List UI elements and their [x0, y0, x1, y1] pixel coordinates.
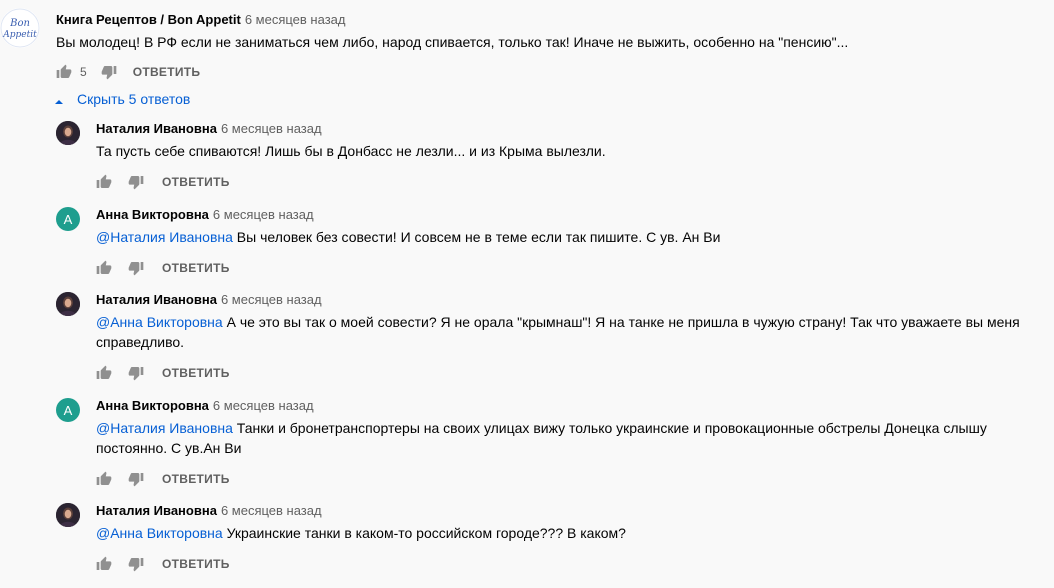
reply-text: @Наталия Ивановна Вы человек без совести…: [96, 227, 1046, 247]
thumb-up-icon[interactable]: [96, 260, 112, 276]
reply-header: Анна Викторовна 6 месяцев назад: [96, 206, 314, 224]
comment-time[interactable]: 6 месяцев назад: [221, 503, 322, 518]
reply-actions: ОТВЕТИТЬ: [96, 554, 230, 574]
svg-text:Bon: Bon: [9, 18, 30, 29]
comment-author[interactable]: Наталия Ивановна: [96, 121, 217, 136]
reply-text-line: Та пусть себе спиваются! Лишь бы в Донба…: [96, 143, 606, 159]
reply-actions: ОТВЕТИТЬ: [96, 258, 230, 278]
reply-avatar[interactable]: A: [56, 207, 80, 231]
avatar-letter: A: [63, 211, 73, 227]
reply-button[interactable]: ОТВЕТИТЬ: [162, 175, 230, 189]
thumb-down-icon[interactable]: [128, 556, 144, 572]
top-comment-text: Вы молодец! В РФ если не заниматься чем …: [56, 34, 849, 50]
thumb-up-icon[interactable]: [96, 556, 112, 572]
comment-author[interactable]: Наталия Ивановна: [96, 292, 217, 307]
reply-text: @Наталия Ивановна Танки и бронетранспорт…: [96, 418, 1046, 458]
comment-time[interactable]: 6 месяцев назад: [221, 121, 322, 136]
thumb-up-icon[interactable]: [96, 471, 112, 487]
reply-text: @Анна Викторовна Украинские танки в како…: [96, 523, 1046, 543]
comment-time[interactable]: 6 месяцев назад: [221, 292, 322, 307]
comment-author[interactable]: Анна Викторовна: [96, 207, 209, 222]
reply-avatar[interactable]: [56, 121, 80, 145]
reply-button[interactable]: ОТВЕТИТЬ: [162, 557, 230, 571]
reply-header: Наталия Ивановна 6 месяцев назад: [96, 120, 322, 138]
hide-replies-label: Скрыть 5 ответов: [77, 91, 191, 107]
reply-button[interactable]: ОТВЕТИТЬ: [133, 65, 201, 79]
comment-author[interactable]: Наталия Ивановна: [96, 503, 217, 518]
hide-replies-button[interactable]: Скрыть 5 ответов: [54, 91, 190, 107]
reply-text-line: справедливо.: [96, 334, 185, 350]
user-mention-link[interactable]: @Анна Викторовна: [96, 525, 223, 541]
reply-text-line: Украинские танки в каком-то российском г…: [226, 525, 626, 541]
reply-header: Анна Викторовна 6 месяцев назад: [96, 397, 314, 415]
reply-avatar[interactable]: A: [56, 398, 80, 422]
comment-time[interactable]: 6 месяцев назад: [213, 207, 314, 222]
thumb-down-icon[interactable]: [101, 64, 117, 80]
reply-text: Та пусть себе спиваются! Лишь бы в Донба…: [96, 141, 1046, 161]
thumb-down-icon[interactable]: [128, 471, 144, 487]
avatar-letter: A: [63, 402, 73, 418]
reply-button[interactable]: ОТВЕТИТЬ: [162, 366, 230, 380]
reply-actions: ОТВЕТИТЬ: [96, 469, 230, 489]
comment-author[interactable]: Анна Викторовна: [96, 398, 209, 413]
thumb-up-icon[interactable]: [56, 64, 72, 80]
reply-button[interactable]: ОТВЕТИТЬ: [162, 261, 230, 275]
thumb-down-icon[interactable]: [128, 174, 144, 190]
user-mention-link[interactable]: @Наталия Ивановна: [96, 229, 233, 245]
thumb-down-icon[interactable]: [128, 365, 144, 381]
reply-header: Наталия Ивановна 6 месяцев назад: [96, 502, 322, 520]
like-count: 5: [80, 65, 87, 79]
reply-header: Наталия Ивановна 6 месяцев назад: [96, 291, 322, 309]
thumb-up-icon[interactable]: [96, 174, 112, 190]
reply-text: @Анна Викторовна А че это вы так о моей …: [96, 312, 1046, 352]
reply-text-line: Вы человек без совести! И совсем не в те…: [236, 229, 721, 245]
chevron-up-icon: [54, 94, 64, 104]
reply-actions: ОТВЕТИТЬ: [96, 172, 230, 192]
channel-avatar[interactable]: Bon Appetit: [0, 8, 40, 48]
reply-button[interactable]: ОТВЕТИТЬ: [162, 472, 230, 486]
top-comment-actions: 5 ОТВЕТИТЬ: [56, 62, 200, 82]
comment-time[interactable]: 6 месяцев назад: [213, 398, 314, 413]
thumb-up-icon[interactable]: [96, 365, 112, 381]
bon-appetit-logo: Bon Appetit: [0, 8, 40, 48]
top-comment-header: Книга Рецептов / Bon Appetit 6 месяцев на…: [56, 11, 345, 29]
reply-avatar[interactable]: [56, 292, 80, 316]
reply-avatar[interactable]: [56, 503, 80, 527]
thumb-down-icon[interactable]: [128, 260, 144, 276]
reply-text-line: постоянно. С ув.Ан Ви: [96, 440, 242, 456]
reply-text-line: Танки и бронетранспортеры на своих улица…: [236, 420, 987, 436]
reply-text-line: А че это вы так о моей совести? Я не ора…: [226, 314, 1020, 330]
comment-time[interactable]: 6 месяцев назад: [245, 12, 346, 27]
reply-actions: ОТВЕТИТЬ: [96, 363, 230, 383]
svg-text:Appetit: Appetit: [2, 30, 37, 40]
user-mention-link[interactable]: @Наталия Ивановна: [96, 420, 233, 436]
user-mention-link[interactable]: @Анна Викторовна: [96, 314, 223, 330]
comment-author[interactable]: Книга Рецептов / Bon Appetit: [56, 12, 241, 27]
